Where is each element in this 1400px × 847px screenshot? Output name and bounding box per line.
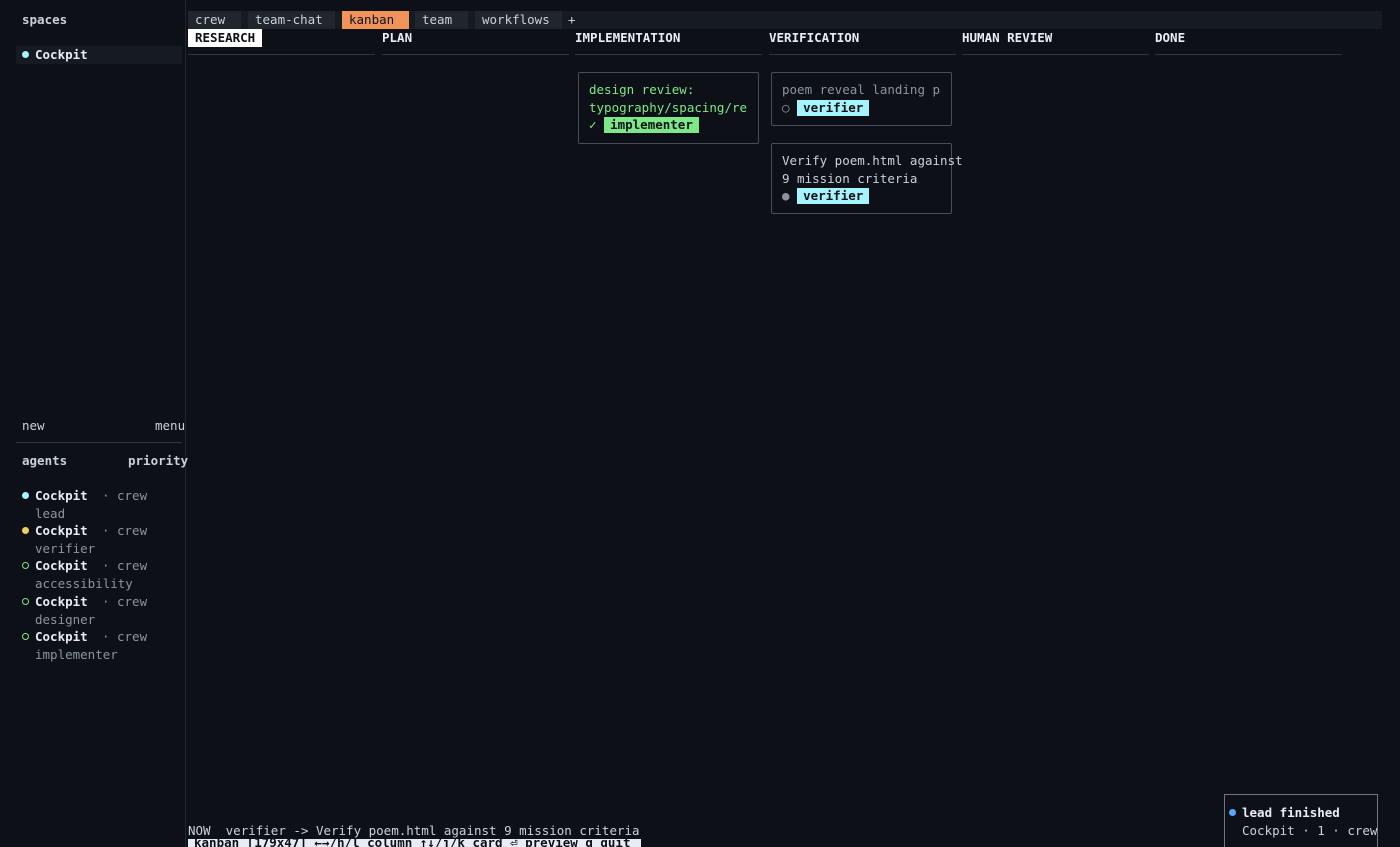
card-assignee-chip: verifier: [797, 99, 870, 116]
agent-item-accessibility[interactable]: Cockpit · crew accessibility: [16, 558, 182, 592]
status-bar: kanban [179x47] ←→/h/l column ↑↓/j/k car…: [188, 839, 641, 847]
agent-item-designer[interactable]: Cockpit · crew designer: [16, 594, 182, 628]
column-header-plan[interactable]: PLAN: [382, 29, 412, 47]
agent-separator: ·: [102, 558, 110, 573]
tab-team-chat[interactable]: team-chat: [248, 11, 335, 29]
sidebar-divider: [16, 442, 182, 443]
column-divider: [1155, 54, 1342, 55]
agent-team: crew: [117, 523, 148, 538]
notification-detail: Cockpit · 1 · crew: [1242, 823, 1378, 838]
agent-status-dot-icon: [22, 527, 29, 534]
agent-separator: ·: [102, 594, 110, 609]
space-status-dot-icon: [22, 51, 29, 58]
agent-team: crew: [117, 594, 148, 609]
agent-separator: ·: [102, 629, 110, 644]
now-bar: NOW verifier -> Verify poem.html against…: [188, 822, 640, 839]
card-title-line: Verify poem.html against: [782, 153, 963, 168]
tab-team[interactable]: team: [415, 11, 468, 29]
column-divider: [962, 54, 1149, 55]
priority-sort-button[interactable]: priority: [128, 453, 188, 468]
column-divider: [769, 54, 956, 55]
agent-separator: ·: [102, 488, 110, 503]
column-divider: [382, 54, 569, 55]
column-header-done[interactable]: DONE: [1155, 29, 1185, 47]
column-header-implementation[interactable]: IMPLEMENTATION: [575, 29, 680, 47]
sidebar-item-cockpit[interactable]: Cockpit: [16, 46, 182, 64]
agent-item-verifier[interactable]: Cockpit · crew verifier: [16, 523, 182, 557]
agent-space: Cockpit: [35, 629, 88, 644]
card-status-pending-icon: ○: [782, 99, 790, 115]
agent-status-ring-icon: [22, 562, 29, 569]
agent-role: accessibility: [35, 576, 133, 591]
agent-status-dot-icon: [22, 492, 29, 499]
new-button[interactable]: new: [22, 418, 45, 433]
tab-kanban[interactable]: kanban: [342, 11, 409, 29]
card-title: poem reveal landing page: [782, 82, 941, 97]
agent-space: Cockpit: [35, 523, 88, 538]
agent-team: crew: [117, 488, 148, 503]
agent-team: crew: [117, 558, 148, 573]
agent-role: lead: [35, 506, 66, 521]
agent-item-lead[interactable]: Cockpit · crew lead: [16, 488, 182, 522]
agent-team: crew: [117, 629, 148, 644]
card-assignee-chip: verifier: [797, 188, 870, 204]
agent-space: Cockpit: [35, 558, 88, 573]
column-header-research[interactable]: RESEARCH: [188, 29, 263, 47]
now-label: NOW: [188, 823, 211, 838]
agent-status-ring-icon: [22, 633, 29, 640]
column-divider: [575, 54, 762, 55]
card-status-check-icon: ✓: [589, 117, 597, 132]
now-text: verifier -> Verify poem.html against 9 m…: [225, 823, 640, 838]
card-title-line: typography/spacing/resp…: [589, 99, 748, 115]
kanban-card-verify-poem[interactable]: Verify poem.html against 9 mission crite…: [771, 143, 963, 214]
add-tab-button[interactable]: +: [568, 11, 576, 29]
tab-workflows[interactable]: workflows: [475, 11, 562, 29]
agent-space: Cockpit: [35, 488, 88, 503]
space-name: Cockpit: [35, 47, 88, 62]
kanban-card-poem-reveal[interactable]: poem reveal landing page ○ verifier: [771, 72, 952, 126]
card-status-active-icon: ●: [782, 188, 790, 203]
notification-title: lead finished: [1242, 805, 1340, 820]
notification-dot-icon: [1229, 809, 1236, 816]
agent-status-ring-icon: [22, 598, 29, 605]
agent-role: implementer: [35, 647, 118, 662]
notification-toast[interactable]: lead finished Cockpit · 1 · crew: [1224, 794, 1378, 847]
column-header-verification[interactable]: VERIFICATION: [769, 29, 859, 47]
card-title-line: 9 mission criteria: [782, 170, 918, 186]
status-bar-text: kanban [179x47] ←→/h/l column ↑↓/j/k car…: [194, 839, 631, 847]
card-title-line: design review:: [589, 82, 695, 97]
agent-role: verifier: [35, 541, 96, 556]
column-divider: [188, 54, 375, 55]
agent-space: Cockpit: [35, 594, 88, 609]
card-assignee-chip: implementer: [604, 117, 699, 133]
column-header-human-review[interactable]: HUMAN REVIEW: [962, 29, 1052, 47]
agent-item-implementer[interactable]: Cockpit · crew implementer: [16, 629, 182, 663]
kanban-card-design-review[interactable]: design review: typography/spacing/resp… …: [578, 72, 759, 144]
tab-crew[interactable]: crew: [188, 11, 241, 29]
agent-separator: ·: [102, 523, 110, 538]
agent-role: designer: [35, 612, 96, 627]
sidebar: spaces Cockpit new menu agents priority …: [0, 0, 188, 847]
spaces-heading: spaces: [22, 12, 68, 27]
agents-heading: agents: [22, 453, 68, 468]
menu-button[interactable]: menu: [155, 418, 185, 433]
